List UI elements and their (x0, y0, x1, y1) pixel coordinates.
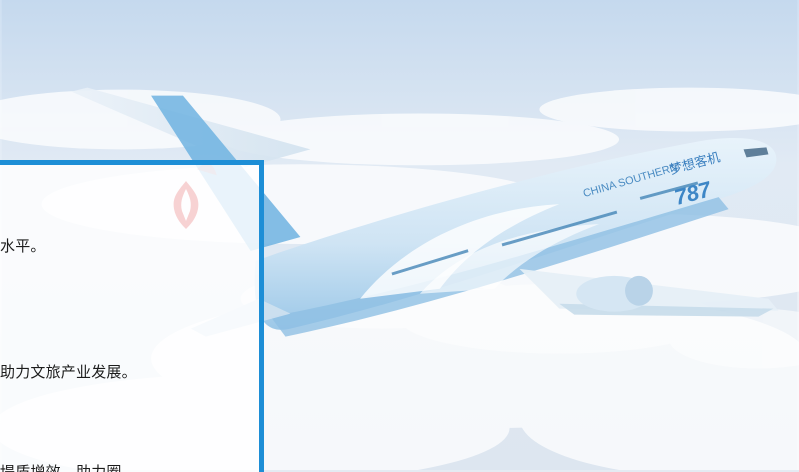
panel-text-line: 堤质增效，助力圈 (0, 463, 122, 472)
panel-text-line: 助力文旅产业发展。 (0, 363, 137, 381)
hero-banner: CHINA SOUTHERN 787 梦想客机 水平。 助力文旅产业发展。 堤质… (0, 0, 799, 472)
airline-logo-icon (173, 181, 199, 229)
panel-text-line: 水平。 (0, 237, 46, 255)
info-panel: 水平。 助力文旅产业发展。 堤质增效，助力圈 (0, 160, 264, 472)
